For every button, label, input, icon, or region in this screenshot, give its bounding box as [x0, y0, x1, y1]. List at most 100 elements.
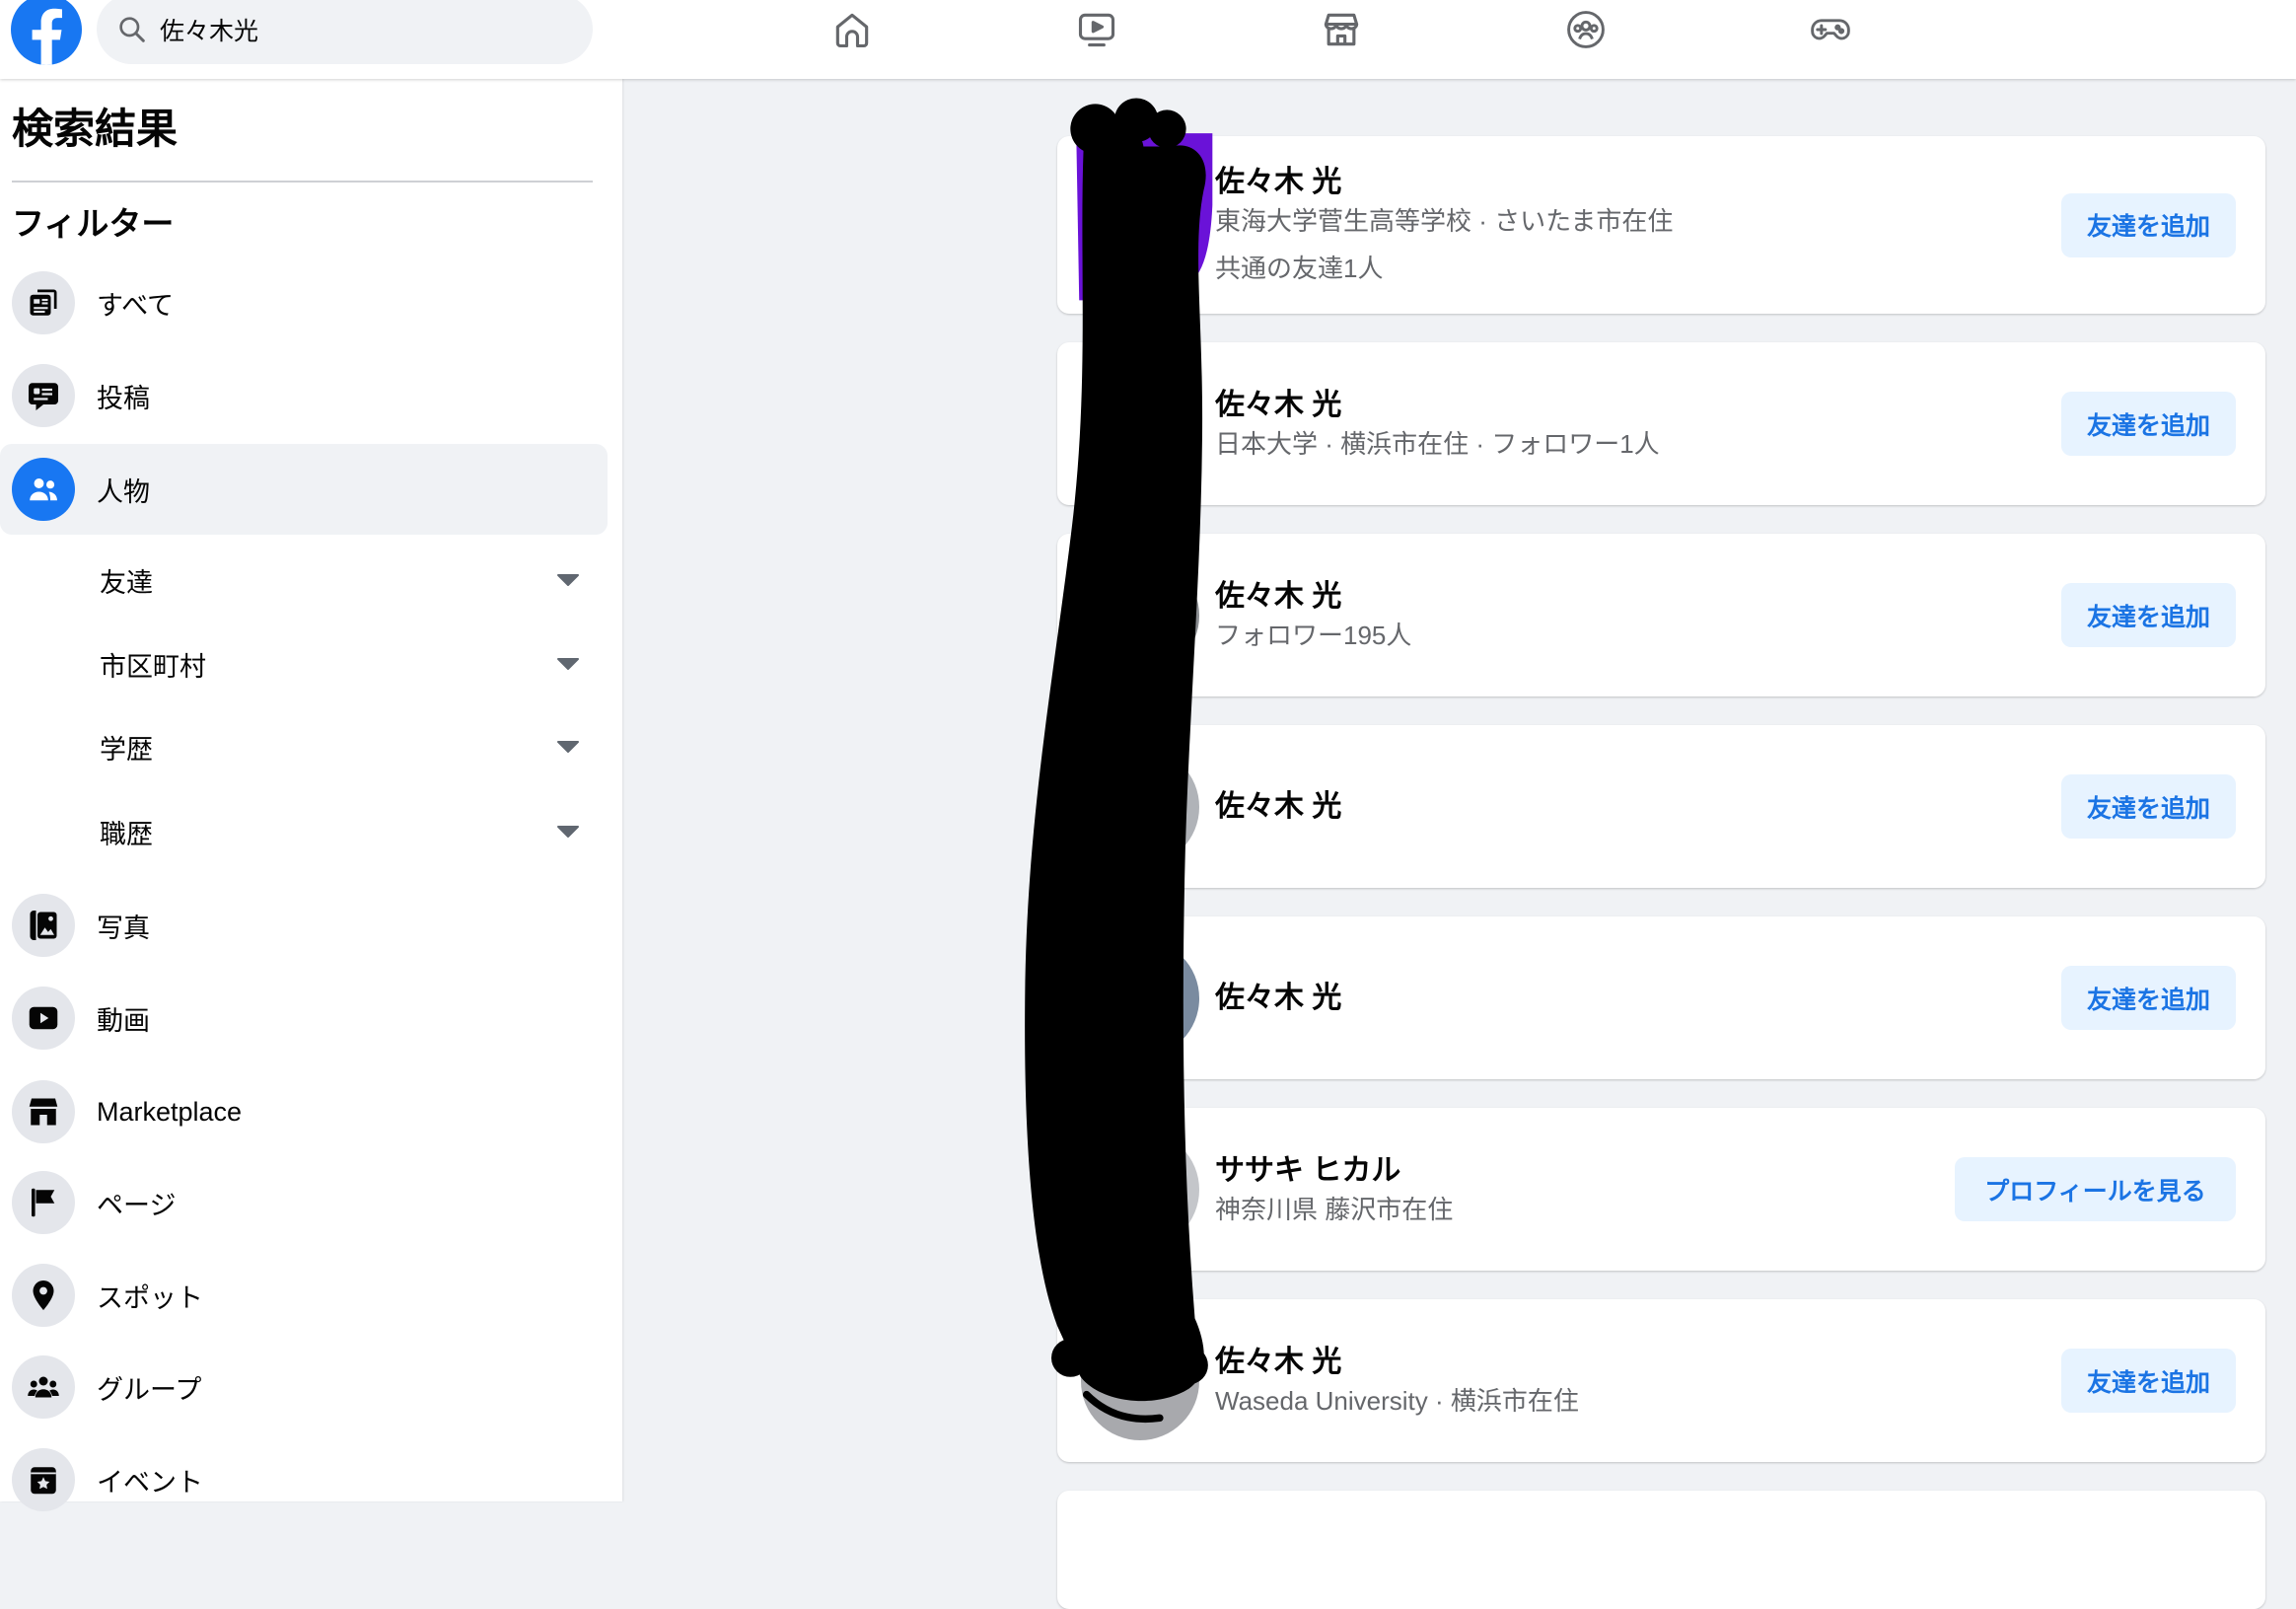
marketplace-icon — [12, 1080, 75, 1143]
nav-watch[interactable] — [1038, 0, 1156, 59]
search-box[interactable] — [97, 0, 593, 64]
people-filter-label: 職歴 — [100, 819, 153, 849]
search-icon — [116, 14, 148, 45]
result-info: ササキ ヒカル 神奈川県 藤沢市在住 — [1215, 1151, 1955, 1228]
avatar[interactable] — [1081, 1321, 1199, 1440]
groups-icon — [1564, 8, 1608, 51]
search-input[interactable] — [160, 15, 574, 43]
avatar[interactable] — [1081, 364, 1199, 483]
result-info: 佐々木 光 東海大学菅生高等学校 · さいたま市在住 共通の友達1人 — [1215, 163, 2061, 287]
filter-item-photos[interactable]: 写真 — [0, 880, 608, 971]
people-filter-label: 市区町村 — [100, 651, 206, 682]
people-filter-label: 学歴 — [100, 734, 153, 765]
groups-icon — [12, 1355, 75, 1419]
nav-groups[interactable] — [1527, 0, 1645, 59]
view-profile-button[interactable]: プロフィールを見る — [1955, 1157, 2236, 1221]
result-name[interactable]: 佐々木 光 — [1215, 163, 2061, 202]
result-detail: 東海大学菅生高等学校 · さいたま市在住 — [1215, 206, 1674, 236]
filter-item-groups[interactable]: グループ — [0, 1342, 608, 1432]
photos-icon — [12, 894, 75, 957]
calendar-icon — [12, 1448, 75, 1511]
result-name[interactable]: ササキ ヒカル — [1215, 1151, 1955, 1191]
people-filter-city[interactable]: 市区町村 — [0, 624, 608, 703]
facebook-logo[interactable] — [11, 0, 82, 65]
nav-marketplace[interactable] — [1282, 0, 1400, 59]
filter-item-people[interactable]: 人物 — [0, 444, 608, 535]
result-card[interactable]: 佐々木 光 友達を追加 — [1057, 725, 2265, 888]
filter-label: ページ — [97, 1190, 177, 1220]
filter-item-pages[interactable]: ページ — [0, 1157, 608, 1248]
top-navigation-bar — [0, 0, 2296, 79]
marketplace-icon — [1320, 8, 1363, 51]
filter-label: スポット — [97, 1282, 203, 1313]
location-pin-icon — [12, 1264, 75, 1327]
filter-item-all[interactable]: すべて — [0, 257, 608, 348]
add-friend-button[interactable]: 友達を追加 — [2061, 1349, 2236, 1413]
divider — [12, 181, 593, 183]
result-info: 佐々木 光 Waseda University · 横浜市在住 — [1215, 1343, 2061, 1420]
result-detail: Waseda University · 横浜市在住 — [1215, 1385, 1579, 1416]
result-card-partial[interactable] — [1057, 1491, 2265, 1609]
people-filter-label: 友達 — [100, 567, 153, 598]
video-icon — [12, 987, 75, 1050]
result-info: 佐々木 光 日本大学 · 横浜市在住 · フォロワー1人 — [1215, 386, 2061, 463]
result-card[interactable]: 佐々木 光 日本大学 · 横浜市在住 · フォロワー1人 友達を追加 — [1057, 342, 2265, 505]
result-name[interactable]: 佐々木 光 — [1215, 386, 2061, 425]
avatar[interactable] — [1081, 555, 1199, 675]
filter-label: 人物 — [97, 476, 150, 507]
filter-label: イベント — [97, 1467, 203, 1498]
video-icon — [1075, 8, 1118, 51]
filter-label: 投稿 — [97, 383, 150, 413]
add-friend-button[interactable]: 友達を追加 — [2061, 392, 2236, 456]
posts-icon — [12, 364, 75, 427]
add-friend-button[interactable]: 友達を追加 — [2061, 774, 2236, 839]
avatar[interactable] — [1081, 1130, 1199, 1249]
result-name[interactable]: 佐々木 光 — [1215, 1343, 2061, 1382]
chevron-down-icon — [556, 573, 580, 587]
nav-gaming[interactable] — [1771, 0, 1890, 59]
filter-item-events[interactable]: イベント — [0, 1434, 608, 1525]
home-icon — [830, 8, 874, 51]
add-friend-button[interactable]: 友達を追加 — [2061, 966, 2236, 1030]
chevron-down-icon — [556, 825, 580, 839]
filter-item-places[interactable]: スポット — [0, 1250, 608, 1341]
filter-label: すべて — [97, 290, 175, 321]
result-card[interactable]: 佐々木 光 Waseda University · 横浜市在住 友達を追加 — [1057, 1299, 2265, 1462]
flag-icon — [12, 1171, 75, 1234]
chevron-down-icon — [556, 740, 580, 754]
result-card[interactable]: ササキ ヒカル 神奈川県 藤沢市在住 プロフィールを見る — [1057, 1108, 2265, 1271]
result-info: 佐々木 光 フォロワー195人 — [1215, 577, 2061, 654]
filters-heading: フィルター — [12, 205, 175, 242]
mutual-friends: 共通の友達1人 — [1215, 254, 1384, 283]
gaming-icon — [1809, 8, 1852, 51]
filter-item-posts[interactable]: 投稿 — [0, 350, 608, 441]
people-icon — [12, 458, 75, 521]
result-detail: 日本大学 · 横浜市在住 · フォロワー1人 — [1215, 428, 1660, 459]
result-info: 佐々木 光 — [1215, 787, 2061, 827]
avatar[interactable] — [1081, 747, 1199, 866]
people-filter-education[interactable]: 学歴 — [0, 707, 608, 786]
people-filter-work[interactable]: 職歴 — [0, 792, 608, 871]
result-card[interactable]: 佐々木 光 東海大学菅生高等学校 · さいたま市在住 共通の友達1人 友達を追加 — [1057, 136, 2265, 314]
filter-label: 写真 — [97, 913, 150, 943]
all-results-icon — [12, 271, 75, 334]
result-name[interactable]: 佐々木 光 — [1215, 787, 2061, 827]
filter-label: Marketplace — [97, 1096, 243, 1127]
result-info: 佐々木 光 — [1215, 979, 2061, 1018]
avatar[interactable] — [1081, 166, 1199, 284]
result-name[interactable]: 佐々木 光 — [1215, 979, 2061, 1018]
avatar[interactable] — [1081, 938, 1199, 1058]
page-title: 検索結果 — [12, 106, 179, 152]
people-filter-friends[interactable]: 友達 — [0, 541, 608, 620]
result-card[interactable]: 佐々木 光 友達を追加 — [1057, 916, 2265, 1079]
result-card[interactable]: 佐々木 光 フォロワー195人 友達を追加 — [1057, 534, 2265, 696]
result-detail: フォロワー195人 — [1215, 620, 1412, 650]
filter-item-videos[interactable]: 動画 — [0, 973, 608, 1063]
result-name[interactable]: 佐々木 光 — [1215, 577, 2061, 617]
nav-home[interactable] — [793, 0, 911, 59]
filter-item-marketplace[interactable]: Marketplace — [0, 1066, 608, 1157]
add-friend-button[interactable]: 友達を追加 — [2061, 583, 2236, 647]
filter-label: 動画 — [97, 1005, 150, 1036]
filter-label: グループ — [97, 1374, 202, 1405]
add-friend-button[interactable]: 友達を追加 — [2061, 192, 2236, 257]
